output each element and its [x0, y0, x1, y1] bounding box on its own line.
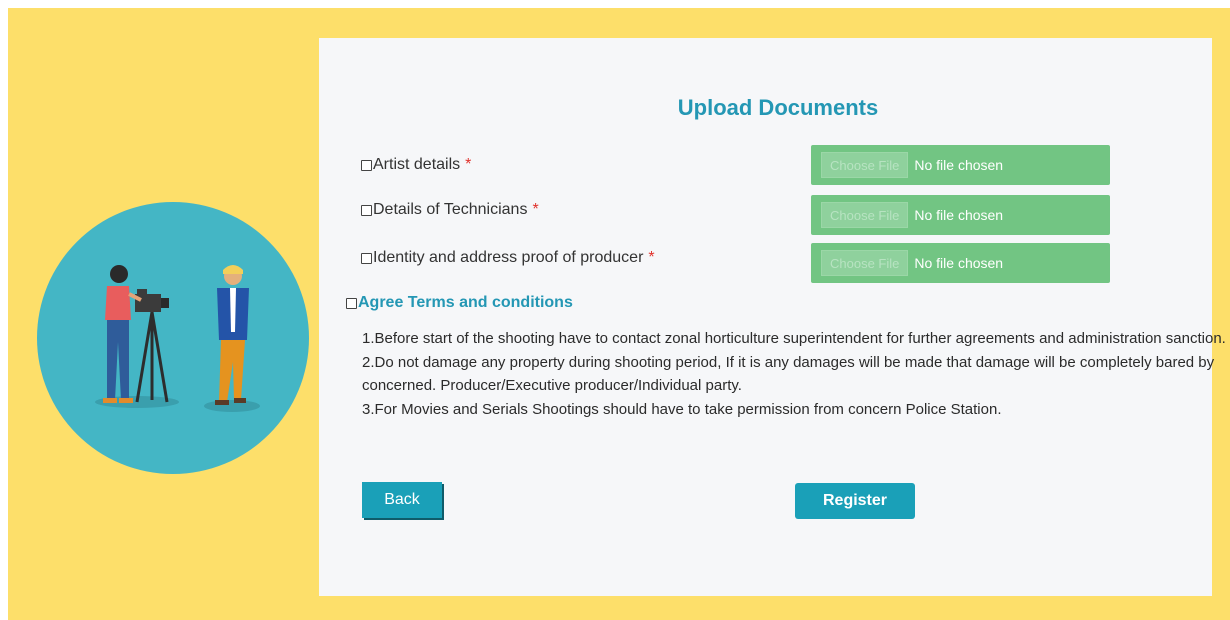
- required-mark: *: [465, 156, 472, 173]
- term-item: 1.Before start of the shooting have to c…: [362, 330, 1226, 347]
- technicians-checkbox[interactable]: [361, 204, 372, 216]
- artist-details-label: Artist details *: [361, 155, 471, 175]
- technicians-label: Details of Technicians *: [361, 200, 539, 220]
- identity-proof-file-input[interactable]: Choose File No file chosen: [811, 243, 1110, 283]
- term-item: 3.For Movies and Serials Shootings shoul…: [362, 400, 1002, 418]
- artist-details-checkbox[interactable]: [361, 159, 372, 171]
- artist-details-text: Artist details: [373, 156, 461, 173]
- file-status-text: No file chosen: [914, 255, 1004, 271]
- file-status-text: No file chosen: [914, 157, 1004, 173]
- agree-terms-row: Agree Terms and conditions: [346, 294, 573, 312]
- file-status-text: No file chosen: [914, 207, 1004, 223]
- term-item: 2.Do not damage any property during shoo…: [362, 353, 1215, 395]
- back-button[interactable]: Back: [362, 482, 442, 518]
- agree-terms-label: Agree Terms and conditions: [358, 294, 573, 311]
- technicians-file-input[interactable]: Choose File No file chosen: [811, 195, 1110, 235]
- document-row-identity-proof: Identity and address proof of producer *: [361, 243, 655, 283]
- identity-proof-checkbox[interactable]: [361, 252, 372, 264]
- choose-file-button[interactable]: Choose File: [821, 202, 909, 228]
- required-mark: *: [532, 201, 539, 218]
- required-mark: *: [648, 249, 655, 266]
- identity-proof-text: Identity and address proof of producer: [373, 249, 644, 266]
- technicians-text: Details of Technicians: [373, 201, 528, 218]
- register-button[interactable]: Register: [795, 483, 915, 519]
- page-title: Upload Documents: [677, 95, 879, 120]
- document-row-technicians: Details of Technicians *: [361, 195, 539, 235]
- document-row-artist-details: Artist details *: [361, 145, 471, 185]
- terms-text: 1.Before start of the shooting have to c…: [362, 327, 1230, 421]
- agree-terms-checkbox[interactable]: [346, 297, 357, 309]
- choose-file-button[interactable]: Choose File: [821, 250, 909, 276]
- choose-file-button[interactable]: Choose File: [821, 152, 909, 178]
- film-crew-illustration: [37, 202, 309, 474]
- upload-documents-card: Upload Documents Artist details * Choose…: [319, 38, 1226, 596]
- identity-proof-label: Identity and address proof of producer *: [361, 248, 655, 268]
- artist-details-file-input[interactable]: Choose File No file chosen: [811, 145, 1110, 185]
